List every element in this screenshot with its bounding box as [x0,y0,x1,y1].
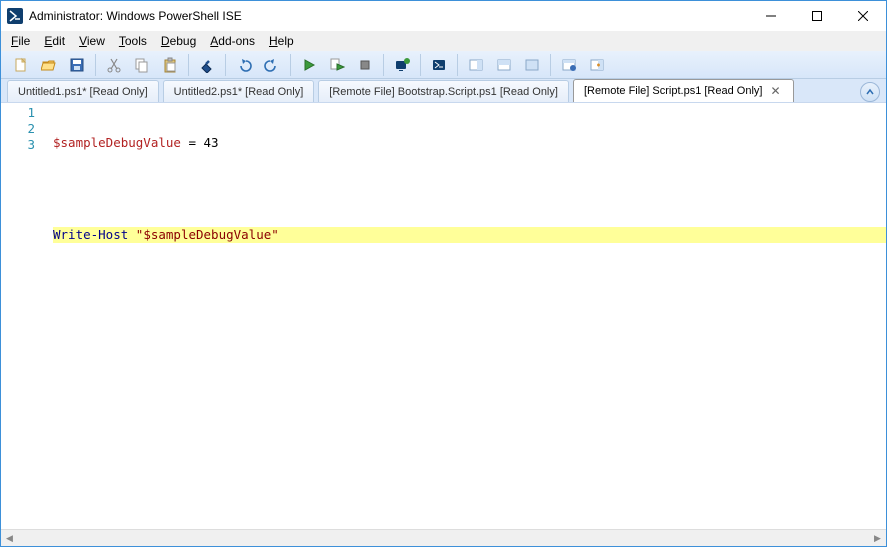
toolbar-sep-3 [225,54,226,76]
toolbar-sep-8 [550,54,551,76]
start-powershell-button[interactable] [425,53,453,77]
tab-label: [Remote File] Bootstrap.Script.ps1 [Read… [329,86,558,98]
toolbar-sep-6 [420,54,421,76]
show-command-window-button[interactable] [555,53,583,77]
window-title: Administrator: Windows PowerShell ISE [29,9,242,23]
toolbar-sep-4 [290,54,291,76]
horizontal-scrollbar[interactable]: ◀ ▶ [1,529,886,546]
tab-label: Untitled2.ps1* [Read Only] [174,86,304,98]
line-number: 1 [1,105,35,121]
tab-untitled1[interactable]: Untitled1.ps1* [Read Only] [7,80,159,102]
tab-label: [Remote File] Script.ps1 [Read Only] [584,85,763,97]
code-area[interactable]: $sampleDebugValue = 43 Write-Host "$samp… [43,103,886,541]
tab-scroll-up-button[interactable] [860,82,880,102]
toolbar [1,51,886,79]
clear-output-button[interactable] [193,53,221,77]
tab-close-icon[interactable]: ✕ [768,84,782,98]
maximize-button[interactable] [794,1,840,31]
line-number-gutter: 1 2 3 [1,103,43,541]
minimize-button[interactable] [748,1,794,31]
code-line: Write-Host "$sampleDebugValue" [53,227,886,243]
code-line [53,181,886,197]
tab-strip: Untitled1.ps1* [Read Only] Untitled2.ps1… [1,79,886,103]
new-remote-tab-button[interactable] [388,53,416,77]
undo-button[interactable] [230,53,258,77]
menu-tools[interactable]: Tools [113,33,153,49]
string-token: "$sampleDebugValue" [136,227,279,242]
redo-button[interactable] [258,53,286,77]
menu-file[interactable]: File [5,33,36,49]
cut-button[interactable] [100,53,128,77]
title-bar: Administrator: Windows PowerShell ISE [1,1,886,31]
close-button[interactable] [840,1,886,31]
paste-button[interactable] [156,53,184,77]
toolbar-sep-1 [95,54,96,76]
show-command-addon-button[interactable] [583,53,611,77]
code-line: $sampleDebugValue = 43 [53,135,886,151]
new-button[interactable] [7,53,35,77]
menu-view[interactable]: View [73,33,111,49]
toolbar-sep-2 [188,54,189,76]
app-icon [7,8,23,24]
run-script-button[interactable] [295,53,323,77]
line-number: 2 [1,121,35,137]
tab-label: Untitled1.ps1* [Read Only] [18,86,148,98]
menu-debug[interactable]: Debug [155,33,202,49]
layout-max-button[interactable] [518,53,546,77]
tab-bootstrap-script[interactable]: [Remote File] Bootstrap.Script.ps1 [Read… [318,80,569,102]
line-number: 3 [1,137,35,153]
stop-button[interactable] [351,53,379,77]
run-selection-button[interactable] [323,53,351,77]
toolbar-sep-7 [457,54,458,76]
scroll-left-icon[interactable]: ◀ [1,530,18,547]
script-editor[interactable]: 1 2 3 $sampleDebugValue = 43 Write-Host … [1,103,886,541]
menu-bar: File Edit View Tools Debug Add-ons Help [1,31,886,51]
open-button[interactable] [35,53,63,77]
tab-untitled2[interactable]: Untitled2.ps1* [Read Only] [163,80,315,102]
menu-addons[interactable]: Add-ons [204,33,261,49]
tab-script[interactable]: [Remote File] Script.ps1 [Read Only] ✕ [573,79,794,102]
save-button[interactable] [63,53,91,77]
cmdlet-token: Write-Host [53,227,128,242]
menu-edit[interactable]: Edit [38,33,71,49]
window: Administrator: Windows PowerShell ISE Fi… [0,0,887,547]
copy-button[interactable] [128,53,156,77]
layout-top-button[interactable] [490,53,518,77]
menu-help[interactable]: Help [263,33,300,49]
scroll-right-icon[interactable]: ▶ [869,530,886,547]
toolbar-sep-5 [383,54,384,76]
layout-right-button[interactable] [462,53,490,77]
